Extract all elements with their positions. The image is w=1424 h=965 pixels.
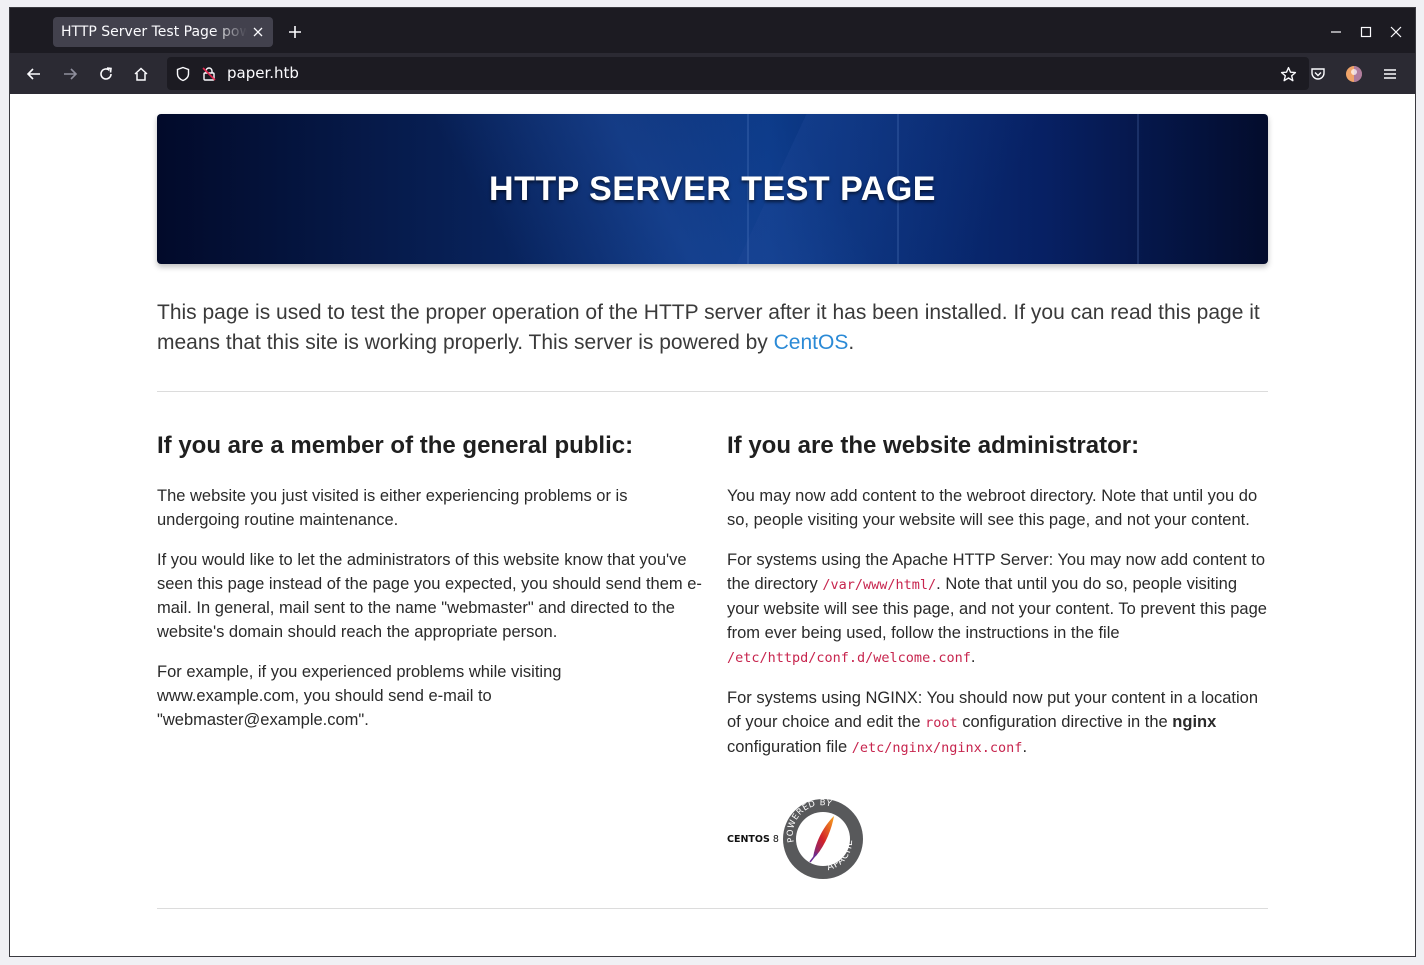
apache-logo[interactable]: POWERED BY APACHE: [782, 798, 864, 880]
page-banner: HTTP SERVER TEST PAGE: [157, 114, 1268, 264]
reload-icon[interactable]: [93, 61, 119, 87]
close-tab-icon[interactable]: [251, 25, 265, 39]
insecure-lock-icon[interactable]: [199, 64, 219, 84]
admin-paragraph-2: For systems using the Apache HTTP Server…: [727, 551, 1267, 666]
public-heading: If you are a member of the general publi…: [157, 432, 634, 459]
admin-paragraph-3: For systems using NGINX: You should now …: [727, 689, 1259, 756]
divider: [157, 391, 1268, 392]
profile-avatar-icon[interactable]: [1341, 61, 1367, 87]
bookmark-star-icon[interactable]: [1278, 64, 1298, 84]
centos-link[interactable]: CentOS: [774, 331, 849, 354]
shield-icon[interactable]: [173, 64, 193, 84]
public-paragraph-3: For example, if you experienced problems…: [157, 663, 562, 729]
public-paragraph-1: The website you just visited is either e…: [157, 487, 628, 529]
centos-logo[interactable]: CENTOS 8: [727, 834, 779, 845]
home-icon[interactable]: [128, 61, 154, 87]
minimize-icon[interactable]: [1325, 21, 1347, 43]
pocket-icon[interactable]: [1305, 61, 1331, 87]
web-page: HTTP SERVER TEST PAGE This page is used …: [10, 94, 1415, 956]
nav-toolbar: paper.htb: [10, 53, 1415, 94]
forward-icon[interactable]: [57, 61, 83, 87]
new-tab-icon[interactable]: [284, 21, 306, 43]
window-close-icon[interactable]: [1385, 21, 1407, 43]
maximize-icon[interactable]: [1355, 21, 1377, 43]
browser-window: HTTP Server Test Page powered by CentOS: [9, 7, 1416, 957]
logo-row: CENTOS 8 POWERED BY APACHE: [727, 798, 867, 882]
browser-tab[interactable]: HTTP Server Test Page powered by CentOS: [53, 17, 273, 47]
url-text: paper.htb: [227, 64, 299, 82]
admin-heading: If you are the website administrator:: [727, 432, 1140, 459]
hamburger-menu-icon[interactable]: [1377, 61, 1403, 87]
admin-section: If you are the website administrator: Yo…: [727, 430, 1272, 776]
code-nginx-conf: /etc/nginx/nginx.conf: [851, 740, 1023, 756]
tab-title: HTTP Server Test Page powered by CentOS: [61, 24, 247, 40]
page-title: HTTP SERVER TEST PAGE: [489, 169, 936, 208]
admin-paragraph-1: You may now add content to the webroot d…: [727, 487, 1258, 529]
divider: [157, 908, 1268, 909]
tab-strip: HTTP Server Test Page powered by CentOS: [10, 8, 1415, 53]
code-root: root: [925, 715, 958, 731]
intro-paragraph: This page is used to test the proper ope…: [157, 301, 1260, 354]
public-section: If you are a member of the general publi…: [157, 430, 702, 748]
url-bar[interactable]: paper.htb: [167, 57, 1309, 90]
code-welcome-conf: /etc/httpd/conf.d/welcome.conf: [727, 650, 971, 666]
code-webroot: /var/www/html/: [822, 577, 937, 593]
back-icon[interactable]: [21, 61, 47, 87]
public-paragraph-2: If you would like to let the administrat…: [157, 551, 702, 641]
